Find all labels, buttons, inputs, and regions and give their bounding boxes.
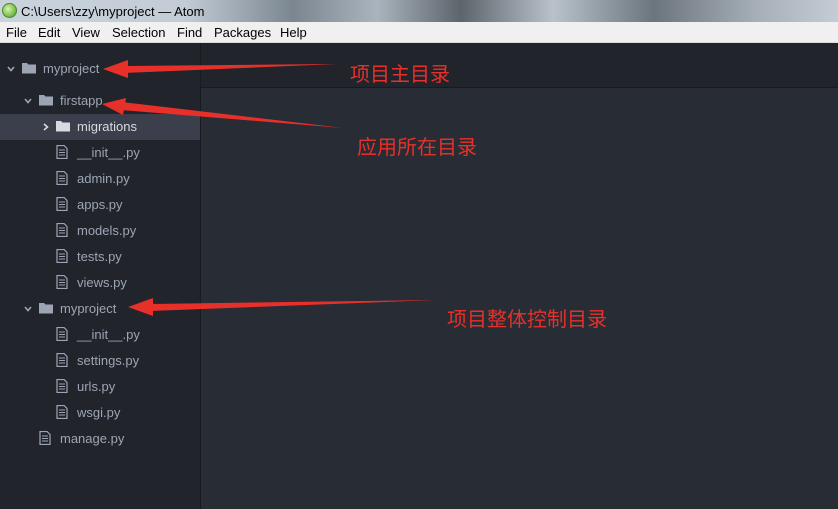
tree-item-label: __init__.py: [77, 145, 140, 160]
editor-pane[interactable]: [200, 43, 838, 509]
tree-item-file[interactable]: wsgi.py: [0, 400, 200, 426]
chevron-down-icon[interactable]: [7, 65, 15, 73]
tree-item-label: manage.py: [60, 431, 125, 446]
annotation-label: 项目主目录: [350, 62, 450, 86]
file-text-icon: [39, 431, 51, 445]
tree-item-file[interactable]: apps.py: [0, 192, 200, 218]
tree-item-label: wsgi.py: [77, 405, 121, 420]
tree-item-firstapp[interactable]: firstapp: [0, 88, 200, 114]
tree-item-file[interactable]: admin.py: [0, 166, 200, 192]
tree-item-label: tests.py: [77, 249, 122, 264]
tree-item-file[interactable]: tests.py: [0, 244, 200, 270]
chevron-right-icon[interactable]: [42, 123, 50, 131]
folder-icon: [39, 303, 53, 314]
annotation-label: 项目整体控制目录: [447, 307, 607, 331]
tree-item-label: models.py: [77, 223, 137, 238]
file-text-icon: [56, 249, 68, 263]
tree-item-label: admin.py: [77, 171, 130, 186]
file-text-icon: [56, 223, 68, 237]
tree-item-file[interactable]: manage.py: [0, 426, 200, 452]
chevron-down-icon[interactable]: [24, 97, 32, 105]
tree-item-label: myproject: [43, 61, 100, 76]
file-text-icon: [56, 275, 68, 289]
tree-item-label: firstapp: [60, 93, 103, 108]
menu-find[interactable]: Find: [177, 25, 202, 40]
tree-view: myproject firstapp migrations __init__.p…: [0, 43, 200, 509]
menu-bar: File Edit View Selection Find Packages H…: [0, 22, 838, 43]
tree-item-file[interactable]: urls.py: [0, 374, 200, 400]
file-text-icon: [56, 379, 68, 393]
tree-item-myproject-inner[interactable]: myproject: [0, 296, 200, 322]
menu-selection[interactable]: Selection: [112, 25, 165, 40]
file-text-icon: [56, 171, 68, 185]
file-text-icon: [56, 405, 68, 419]
chevron-down-icon[interactable]: [24, 305, 32, 313]
tree-item-label: views.py: [77, 275, 127, 290]
file-text-icon: [56, 327, 68, 341]
folder-icon: [56, 121, 70, 132]
tree-item-file[interactable]: __init__.py: [0, 140, 200, 166]
menu-file[interactable]: File: [6, 25, 27, 40]
tree-item-label: __init__.py: [77, 327, 140, 342]
tree-item-myproject-root[interactable]: myproject: [0, 56, 200, 82]
menu-help[interactable]: Help: [280, 25, 307, 40]
tab-bar[interactable]: [201, 43, 838, 88]
title-bar: C:\Users\zzy\myproject — Atom: [0, 0, 838, 22]
tree-item-file[interactable]: __init__.py: [0, 322, 200, 348]
tree-item-file[interactable]: models.py: [0, 218, 200, 244]
tree-item-migrations[interactable]: migrations: [0, 114, 200, 140]
atom-icon: [2, 3, 17, 18]
file-text-icon: [56, 353, 68, 367]
annotation-label: 应用所在目录: [357, 135, 477, 159]
folder-icon: [39, 95, 53, 106]
file-text-icon: [56, 197, 68, 211]
window-title: C:\Users\zzy\myproject — Atom: [21, 4, 205, 19]
file-text-icon: [56, 145, 68, 159]
menu-packages[interactable]: Packages: [214, 25, 271, 40]
tree-item-file[interactable]: settings.py: [0, 348, 200, 374]
tree-item-label: migrations: [77, 119, 137, 134]
tree-item-label: urls.py: [77, 379, 116, 394]
tree-item-label: settings.py: [77, 353, 140, 368]
folder-icon: [22, 63, 36, 74]
tree-item-file[interactable]: views.py: [0, 270, 200, 296]
tree-item-label: apps.py: [77, 197, 123, 212]
menu-edit[interactable]: Edit: [38, 25, 60, 40]
menu-view[interactable]: View: [72, 25, 100, 40]
tree-item-label: myproject: [60, 301, 117, 316]
